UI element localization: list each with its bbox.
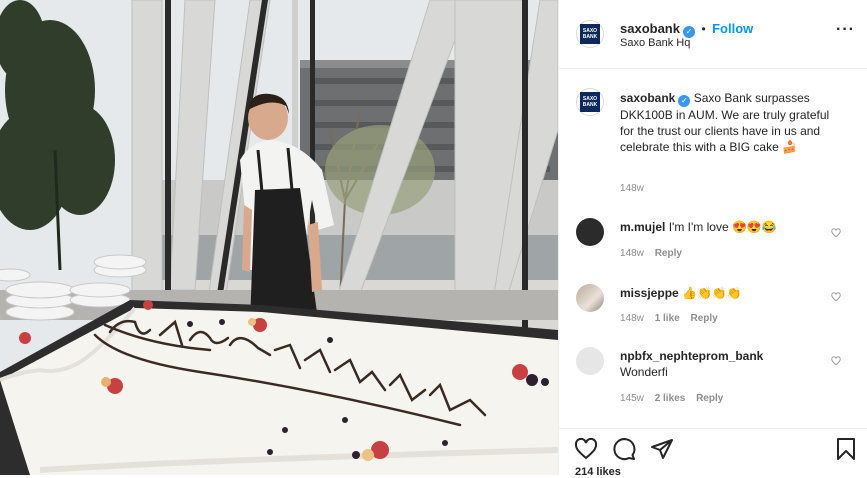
logo-line-2: BANK [582, 34, 598, 40]
separator-dot: • [701, 22, 706, 36]
logo-line-2: BANK [582, 102, 598, 108]
comment-meta: 145w 2 likes Reply [620, 393, 723, 404]
comment-username[interactable]: missjeppe [620, 286, 679, 300]
commenter-avatar[interactable] [576, 218, 604, 246]
author-avatar[interactable]: SAXO BANK [576, 20, 604, 48]
comment-likes[interactable]: 1 like [655, 313, 680, 324]
caption-avatar[interactable]: SAXO BANK [576, 88, 604, 116]
comment-time[interactable]: 145w [620, 393, 644, 404]
comment-time[interactable]: 148w [620, 313, 644, 324]
bookmark-icon[interactable] [835, 437, 857, 461]
likes-count[interactable]: 214 likes [575, 466, 621, 478]
like-heart-icon[interactable] [574, 437, 598, 461]
comment-username[interactable]: m.mujel [620, 220, 665, 234]
heart-icon[interactable] [831, 292, 841, 302]
post-location[interactable]: Saxo Bank Hq [620, 37, 690, 49]
comment-username[interactable]: npbfx_nephteprom_bank [620, 349, 763, 363]
commenter-avatar[interactable] [576, 347, 604, 375]
author-username[interactable]: saxobank [620, 21, 680, 36]
comment-reply-button[interactable]: Reply [655, 248, 682, 259]
comment: npbfx_nephteprom_bank Wonderfi [620, 348, 835, 380]
comment-text: I'm I'm love 😍😍😂 [668, 220, 777, 234]
post-photo[interactable] [0, 0, 558, 475]
share-icon[interactable] [650, 437, 674, 461]
caption-username[interactable]: saxobank [620, 91, 675, 105]
comment: m.mujel I'm I'm love 😍😍😂 [620, 219, 830, 235]
post-side-panel: SAXO BANK saxobank ✓ • Follow Saxo Bank H… [558, 0, 867, 478]
verified-icon: ✓ [678, 95, 691, 107]
comment-text: Wonderfi [620, 365, 668, 379]
comment-meta: 148w 1 like Reply [620, 313, 718, 324]
author-line: saxobank ✓ • Follow [620, 20, 753, 38]
comment-likes[interactable]: 2 likes [655, 393, 686, 404]
saxo-bank-logo: SAXO BANK [580, 92, 600, 112]
comment-time[interactable]: 148w [620, 248, 644, 259]
more-options-icon[interactable]: ··· [836, 21, 855, 39]
post-header: SAXO BANK saxobank ✓ • Follow Saxo Bank H… [559, 0, 867, 69]
caption-time[interactable]: 148w [620, 183, 644, 194]
heart-icon[interactable] [831, 356, 841, 366]
follow-button[interactable]: Follow [712, 21, 753, 36]
saxo-bank-logo: SAXO BANK [580, 24, 600, 44]
comment-icon[interactable] [612, 437, 636, 461]
commenter-avatar[interactable] [576, 284, 604, 312]
comment-text: 👍👏👏👏 [682, 286, 742, 300]
caption: saxobank ✓ Saxo Bank surpasses DKK100B in… [620, 90, 845, 155]
comment-reply-button[interactable]: Reply [691, 313, 718, 324]
comment-reply-button[interactable]: Reply [696, 393, 723, 404]
heart-icon[interactable] [831, 228, 841, 238]
comment: missjeppe 👍👏👏👏 [620, 285, 830, 301]
comment-meta: 148w Reply [620, 248, 682, 259]
post-photo-scene [0, 0, 558, 475]
